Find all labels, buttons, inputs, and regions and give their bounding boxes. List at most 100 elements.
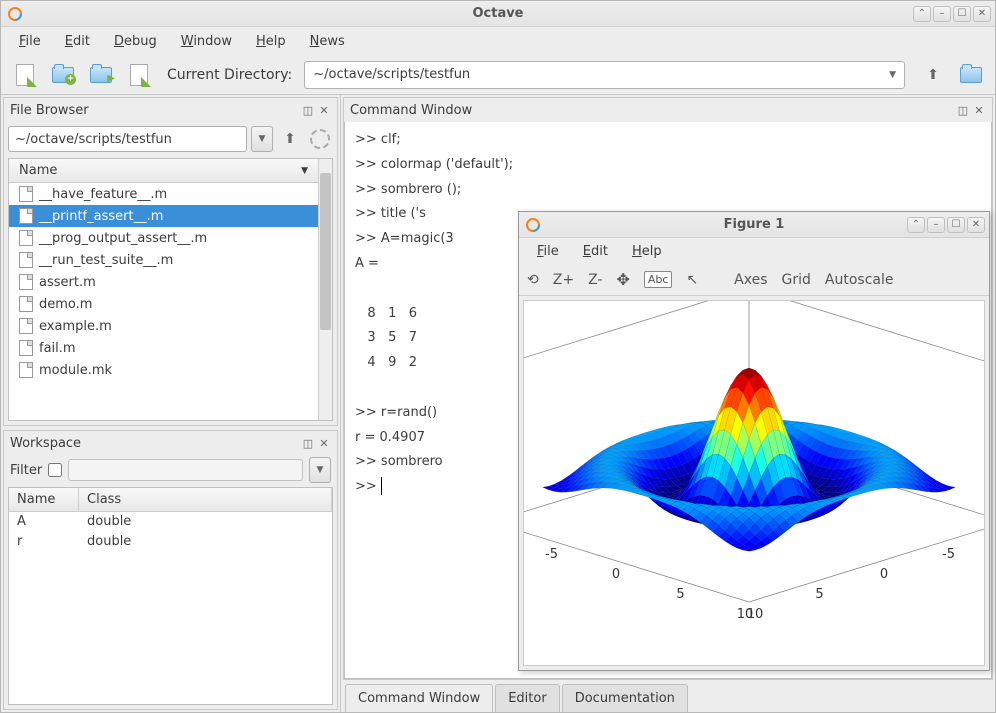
current-dir-text: ~/octave/scripts/testfun [313,67,889,82]
file-browser-header[interactable]: File Browser ◫ ✕ [4,98,337,122]
figure-menubar: File Edit Help [519,238,989,264]
undock-icon[interactable]: ◫ [301,103,315,117]
file-row[interactable]: example.m [9,315,318,337]
menu-news[interactable]: News [300,30,355,53]
filter-checkbox[interactable] [48,463,62,477]
file-row[interactable]: fail.m [9,337,318,359]
minimize-button[interactable]: – [933,6,951,22]
titlebar-buttons: ⌃ – ☐ ✕ [913,6,991,22]
file-name: assert.m [39,275,96,290]
command-output: >> clf; >> colormap ('default'); >> somb… [355,132,513,494]
left-column: File Browser ◫ ✕ ~/octave/scripts/testfu… [1,95,341,712]
undock-icon[interactable]: ◫ [301,436,315,450]
var-class: double [79,532,139,552]
file-icon [19,340,33,356]
svg-text:0: 0 [880,567,888,582]
run-button[interactable] [123,60,155,90]
menu-window[interactable]: Window [171,30,242,53]
col-class[interactable]: Class [79,488,332,511]
tab-editor[interactable]: Editor [495,684,559,712]
select-tool[interactable]: ↖ [686,272,698,288]
file-browser-title: File Browser [10,103,89,118]
folder-plus-icon [52,67,74,83]
file-rows: Name ▼ __have_feature__.m__printf_assert… [9,159,318,420]
file-icon [19,208,33,224]
file-icon [19,296,33,312]
filter-input[interactable] [68,459,303,481]
workspace-header[interactable]: Workspace ◫ ✕ [4,431,337,455]
app-icon [525,217,541,233]
command-window-header[interactable]: Command Window ◫ ✕ [344,98,992,122]
file-name: module.mk [39,363,112,378]
file-row[interactable]: module.mk [9,359,318,381]
svg-text:-5: -5 [942,547,955,562]
autoscale-button[interactable]: Autoscale [825,272,894,288]
file-browser-settings-button[interactable] [307,124,333,154]
pan-tool[interactable]: ✥ [616,270,629,289]
open-folder-button[interactable] [85,60,117,90]
document-icon [16,64,34,86]
rotate-tool[interactable]: ⟲ [527,272,539,288]
file-icon [19,230,33,246]
workspace-panel: Workspace ◫ ✕ Filter ▼ Name Class [3,430,338,710]
undock-icon[interactable]: ◫ [956,103,970,117]
file-list-header[interactable]: Name ▼ [9,159,318,183]
figure-titlebar[interactable]: Figure 1 ⌃ – ☐ ✕ [519,212,989,238]
axes-button[interactable]: Axes [734,272,767,288]
file-row[interactable]: __printf_assert__.m [9,205,318,227]
close-button[interactable]: ✕ [973,6,991,22]
rollup-button[interactable]: ⌃ [913,6,931,22]
filter-dropdown-button[interactable]: ▼ [309,457,331,483]
dir-up-button[interactable]: ⬆ [917,60,949,90]
menu-file[interactable]: File [9,30,51,53]
file-list-scrollbar[interactable] [318,159,332,420]
close-panel-icon[interactable]: ✕ [317,436,331,450]
file-name: demo.m [39,297,92,312]
figure-window[interactable]: Figure 1 ⌃ – ☐ ✕ File Edit Help ⟲ Z+ Z- … [518,211,990,671]
current-dir-label: Current Directory: [167,67,292,83]
file-browser-up-button[interactable]: ⬆ [277,124,303,154]
file-row[interactable]: __prog_output_assert__.m [9,227,318,249]
path-dropdown-button[interactable]: ▼ [251,126,273,152]
titlebar[interactable]: Octave ⌃ – ☐ ✕ [1,1,995,27]
figure-menu-file[interactable]: File [527,240,569,263]
new-script-button[interactable] [9,60,41,90]
maximize-button[interactable]: ☐ [953,6,971,22]
figure-menu-edit[interactable]: Edit [573,240,618,263]
tab-command-window[interactable]: Command Window [345,684,493,712]
text-tool[interactable]: Abc [644,271,673,288]
new-folder-button[interactable] [47,60,79,90]
rollup-button[interactable]: ⌃ [907,217,925,233]
file-row[interactable]: __run_test_suite__.m [9,249,318,271]
figure-menu-help[interactable]: Help [622,240,672,263]
current-dir-combo[interactable]: ~/octave/scripts/testfun ▼ [304,61,905,89]
folder-icon [960,67,982,83]
col-name[interactable]: Name [9,488,79,511]
zoom-out-tool[interactable]: Z- [588,272,602,288]
tab-documentation[interactable]: Documentation [562,684,688,712]
file-row[interactable]: __have_feature__.m [9,183,318,205]
menu-help[interactable]: Help [246,30,296,53]
sort-indicator-icon: ▼ [301,166,308,176]
close-panel-icon[interactable]: ✕ [972,103,986,117]
file-browser-path[interactable]: ~/octave/scripts/testfun [8,126,247,152]
close-button[interactable]: ✕ [967,217,985,233]
close-panel-icon[interactable]: ✕ [317,103,331,117]
svg-text:-5: -5 [545,547,558,562]
arrow-up-icon: ⬆ [284,131,296,147]
file-row[interactable]: assert.m [9,271,318,293]
sombrero-plot: 10.80.60.40.20-0.2-0.4-10-505101050-5-10 [524,301,984,665]
menu-edit[interactable]: Edit [55,30,100,53]
file-browser-path-text: ~/octave/scripts/testfun [15,132,172,147]
workspace-row[interactable]: Adouble [9,512,332,532]
minimize-button[interactable]: – [927,217,945,233]
figure-canvas[interactable]: 10.80.60.40.20-0.2-0.4-10-505101050-5-10 [523,300,985,666]
scroll-thumb[interactable] [320,173,331,330]
file-row[interactable]: demo.m [9,293,318,315]
grid-button[interactable]: Grid [782,272,811,288]
browse-folder-button[interactable] [955,60,987,90]
menu-debug[interactable]: Debug [104,30,167,53]
maximize-button[interactable]: ☐ [947,217,965,233]
workspace-row[interactable]: rdouble [9,532,332,552]
zoom-in-tool[interactable]: Z+ [553,272,574,288]
